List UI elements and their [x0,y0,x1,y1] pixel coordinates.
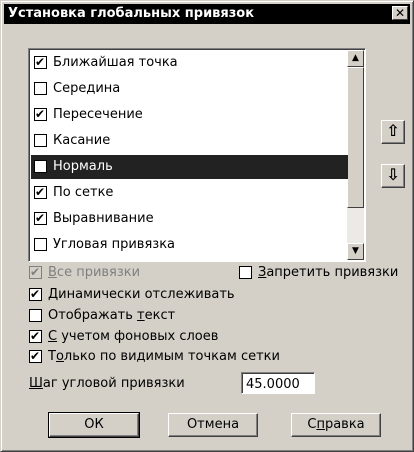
scroll-up-icon[interactable]: ▲ [347,50,364,67]
help-button[interactable]: Справка [291,413,381,437]
list-item-checkbox[interactable] [34,82,47,95]
snap-types-list[interactable]: ▲ ▼ Ближайшая точка Середина Пересечение Ка… [28,48,366,262]
list-item-label: Середина [53,81,121,96]
scroll-thumb[interactable] [347,67,364,208]
list-item-checkbox[interactable] [34,160,47,173]
title-bar[interactable]: Установка глобальных привязок ✕ [4,4,410,24]
cancel-button[interactable]: Отмена [168,413,258,437]
list-scrollbar[interactable]: ▲ ▼ [347,50,364,260]
all-snaps-checkbox [29,265,42,279]
show-text-checkbox[interactable] [29,309,42,322]
list-item-checkbox[interactable] [34,238,47,251]
list-item-checkbox[interactable] [34,134,47,147]
dialog-title: Установка глобальных привязок [8,6,255,21]
move-down-button[interactable]: ⇩ [381,164,405,188]
list-item-checkbox[interactable] [34,55,47,69]
arrow-up-icon: ⇧ [386,121,400,140]
list-item-label: Угловая привязка [53,237,176,252]
snap-settings-dialog: Установка глобальных привязок ✕ ▲ ▼ Ближ… [0,0,414,452]
list-item-label: Касание [53,133,111,148]
list-item[interactable]: Выравнивание [31,207,348,231]
forbid-snaps-label: Запретить привязки [258,265,399,280]
list-item-label: Ближайшая точка [53,55,178,70]
list-item-checkbox[interactable] [34,211,47,225]
list-item[interactable]: Пересечение [31,103,348,127]
dynamic-tracking-label: Динамически отслеживать [48,287,235,302]
list-item-label: Выравнивание [53,211,154,226]
all-snaps-label: Все привязки [48,265,141,280]
dynamic-tracking-checkbox[interactable] [29,287,42,301]
forbid-snaps-checkbox[interactable] [239,266,252,279]
background-layers-label: С учетом фоновых слоев [48,329,219,344]
show-text-label: Отображать текст [48,308,176,323]
list-item[interactable]: Ближайшая точка [31,51,348,75]
visible-grid-points-checkbox[interactable] [29,349,42,363]
list-item[interactable]: Середина [31,77,348,101]
list-item[interactable]: По сетке [31,181,348,205]
arrow-down-icon: ⇩ [386,165,400,184]
list-item-checkbox[interactable] [34,185,47,199]
list-item-label: Нормаль [53,159,113,174]
list-item-label: По сетке [53,185,114,200]
move-up-button[interactable]: ⇧ [381,120,405,144]
list-item[interactable]: Касание [31,129,348,153]
list-item[interactable]: Нормаль [31,155,348,179]
list-item[interactable]: Угловая привязка [31,233,348,257]
angle-step-input[interactable] [241,372,315,394]
visible-grid-points-label: Только по видимым точкам сетки [48,349,280,364]
background-layers-checkbox[interactable] [29,329,42,343]
ok-button[interactable]: ОК [48,412,140,438]
scroll-down-icon[interactable]: ▼ [347,243,364,260]
close-button[interactable]: ✕ [392,6,408,20]
angle-step-label: Шаг угловой привязки [29,376,185,391]
list-item-checkbox[interactable] [34,107,47,121]
list-item-label: Пересечение [53,107,143,122]
